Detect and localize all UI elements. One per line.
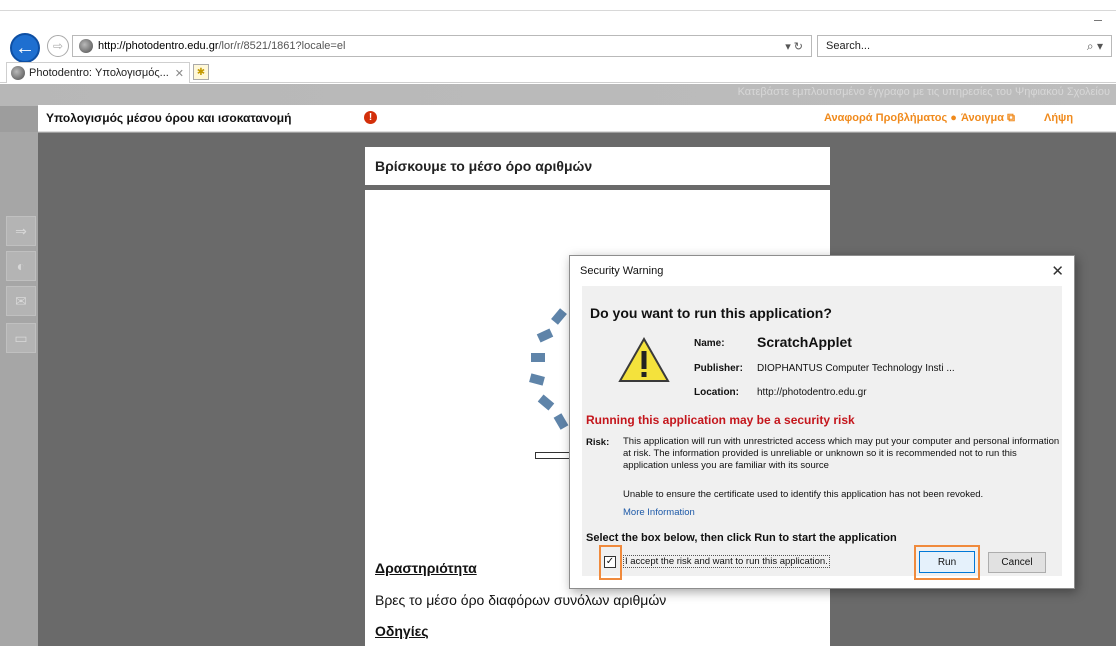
note-icon: ▭ [14,329,28,346]
address-bar[interactable]: http://photodentro.edu.gr /lor/r/8521/18… [72,35,812,57]
tab-bar: Photodentro: Υπολογισμός... ✕ ✱ [0,61,1116,83]
dialog-question: Do you want to run this application? [590,305,832,321]
window-top-border [0,10,1116,11]
certificate-warning: Unable to ensure the certificate used to… [623,489,984,500]
side-tab-globe[interactable]: ◐ [6,251,36,281]
forward-arrow-icon: ⇨ [52,39,64,53]
search-input[interactable]: Search... ⌕ ▾ [817,35,1112,57]
speech-bubble-icon: ● [950,112,957,124]
app-header: Υπολογισμός μέσου όρου και ισοκατανομή !… [38,105,1116,132]
new-tab-icon: ✱ [196,66,206,78]
tab-globe-icon [11,66,25,80]
more-information-link[interactable]: More Information [623,507,695,518]
publisher-label: Publisher: [694,363,743,374]
accept-risk-checkbox[interactable]: ✓ [604,556,616,568]
risk-description: This application will run with unrestric… [623,436,1060,471]
open-link[interactable]: Άνοιγμα ⧉ [961,112,1015,125]
back-button[interactable]: ← [10,33,40,63]
publisher-value: DIOPHANTUS Computer Technology Insti ... [757,363,955,374]
accept-risk-label[interactable]: I accept the risk and want to run this a… [623,555,830,568]
dialog-titlebar: Security Warning ✕ [570,256,1074,286]
select-instruction: Select the box below, then click Run to … [586,532,897,544]
globe-icon: ◐ [16,258,26,274]
open-window-icon: ⧉ [1007,112,1015,124]
new-tab-button[interactable]: ✱ [193,64,209,80]
report-problem-label: Αναφορά Προβλήματος [824,112,948,124]
run-button[interactable]: Run [919,551,975,573]
download-link[interactable]: Λήψη [1044,112,1073,124]
arrow-icon: ⇒ [15,222,27,239]
refresh-icon[interactable]: ▾ ↻ [785,40,803,53]
tab-title: Photodentro: Υπολογισμός... [29,67,169,79]
warning-triangle-icon [618,336,670,382]
left-toolbar [0,132,38,646]
instructions-heading: Οδηγίες [375,623,429,639]
card-title-box: Βρίσκουμε το μέσο όρο αριθμών [365,147,830,185]
url-host: http://photodentro.edu.gr [98,40,219,52]
close-icon[interactable]: ✕ [1051,262,1064,280]
risk-heading: Running this application may be a securi… [586,413,855,427]
page-title: Υπολογισμός μέσου όρου και ισοκατανομή [46,111,292,125]
side-tab-mail[interactable]: ✉ [6,286,36,316]
loading-spinner-segment [531,353,545,362]
minimize-icon[interactable] [1094,20,1102,21]
forward-button[interactable]: ⇨ [47,35,69,57]
report-problem-link[interactable]: Αναφορά Προβλήματος ● [824,112,957,124]
cancel-button[interactable]: Cancel [988,552,1046,573]
application-name: ScratchApplet [757,334,852,350]
side-tab-note[interactable]: ▭ [6,323,36,353]
location-label: Location: [694,387,739,398]
activity-heading: Δραστηριότητα [375,560,477,576]
search-placeholder: Search... [826,40,871,52]
site-globe-icon [79,39,93,53]
security-warning-dialog: Security Warning ✕ Do you want to run th… [569,255,1075,589]
side-tab-arrow[interactable]: ⇒ [6,216,36,246]
url-path: /lor/r/8521/1861?locale=el [218,40,346,52]
alert-icon[interactable]: ! [364,111,377,124]
location-value: http://photodentro.edu.gr [757,387,867,398]
search-icon[interactable]: ⌕ ▾ [1087,39,1103,54]
download-banner-text[interactable]: Κατεβάστε εμπλουτισμένο έγγραφο με τις υ… [738,86,1110,98]
card-title: Βρίσκουμε το μέσο όρο αριθμών [375,158,593,174]
dialog-title: Security Warning [580,265,664,277]
browser-window: ← ⇨ http://photodentro.edu.gr /lor/r/852… [0,0,1116,646]
mail-question-icon: ✉ [15,292,27,309]
browser-tab[interactable]: Photodentro: Υπολογισμός... ✕ [6,62,190,83]
risk-label: Risk: [586,437,610,448]
back-arrow-icon: ← [15,36,35,59]
open-label: Άνοιγμα [961,112,1005,124]
activity-description: Βρες το μέσο όρο διαφόρων συνόλων αριθμώ… [375,592,667,608]
tab-close-icon[interactable]: ✕ [175,67,184,80]
name-label: Name: [694,338,725,349]
